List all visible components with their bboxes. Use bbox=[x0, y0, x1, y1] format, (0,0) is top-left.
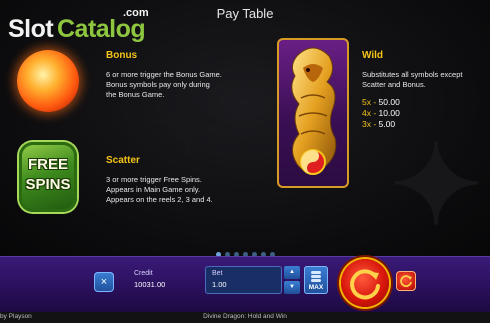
max-label: MAX bbox=[308, 284, 324, 291]
wild-paytable: 5x - 50.00 4x - 10.00 3x - 5.00 bbox=[362, 97, 400, 130]
page-title: Pay Table bbox=[216, 6, 274, 21]
game-name: Divine Dragon: Hold and Win bbox=[203, 313, 287, 320]
background-decor: ✦ bbox=[390, 120, 483, 249]
coin-stack-icon bbox=[311, 271, 321, 282]
max-bet-button[interactable]: MAX bbox=[304, 266, 328, 294]
bonus-heading: Bonus bbox=[106, 50, 138, 61]
autoplay-button[interactable] bbox=[396, 271, 416, 291]
free-spins-icon: FREE SPINS bbox=[19, 142, 77, 212]
spin-button[interactable] bbox=[341, 259, 389, 307]
dragon-wild-icon bbox=[277, 38, 349, 188]
close-button[interactable]: × bbox=[94, 272, 114, 292]
bet-increase-button[interactable]: ▲ bbox=[284, 266, 300, 279]
credit-value: 10031.00 bbox=[134, 280, 166, 289]
pay-row: 3x - 5.00 bbox=[362, 119, 396, 129]
arrow-up-icon: ▲ bbox=[289, 269, 295, 275]
bonus-sun-icon bbox=[17, 50, 79, 112]
bet-label: Bet bbox=[212, 270, 223, 277]
wild-heading: Wild bbox=[362, 50, 384, 61]
wild-description: Substitutes all symbols except Scatter a… bbox=[362, 70, 463, 89]
footer-bar: by Playson Divine Dragon: Hold and Win bbox=[0, 312, 490, 323]
spin-arrow-icon bbox=[350, 269, 380, 300]
scatter-description: 3 or more trigger Free Spins. Appears in… bbox=[106, 175, 213, 204]
bonus-description: 6 or more trigger the Bonus Game. Bonus … bbox=[106, 70, 222, 99]
pay-row: 5x - 50.00 bbox=[362, 97, 400, 107]
paytable-area: ✦ ✦ Slot Catalog .com Pay Table Bonus 6 … bbox=[0, 0, 490, 256]
bet-decrease-button[interactable]: ▼ bbox=[284, 281, 300, 294]
bet-value: 1.00 bbox=[212, 280, 227, 289]
page-indicator bbox=[0, 244, 490, 256]
credit-label: Credit bbox=[134, 270, 153, 277]
pay-row: 4x - 10.00 bbox=[362, 108, 400, 118]
scatter-heading: Scatter bbox=[106, 155, 140, 166]
autoplay-icon bbox=[400, 275, 412, 287]
arrow-down-icon: ▼ bbox=[289, 284, 295, 290]
